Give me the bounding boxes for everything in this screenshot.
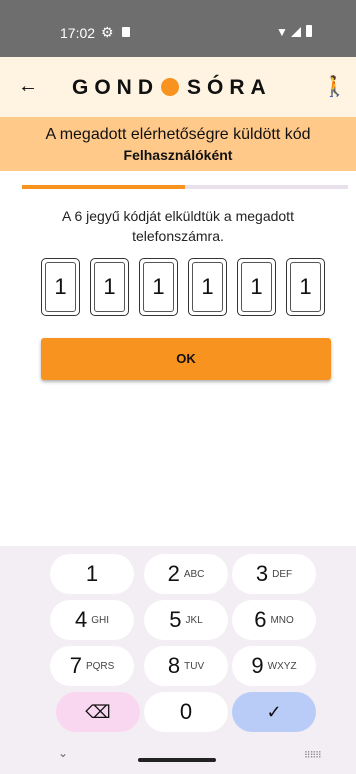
key-8[interactable]: 8 TUV [144, 646, 228, 686]
accessibility-icon[interactable]: 🚶 [322, 74, 347, 99]
code-digit: 1 [45, 262, 76, 312]
page-title: A megadott elérhetőségre küldött kód [45, 126, 311, 143]
signal-icon [291, 27, 301, 37]
code-digit-box[interactable]: 1 [90, 258, 129, 316]
verification-code-input[interactable]: 1 1 1 1 1 1 [41, 258, 325, 316]
chevron-down-icon[interactable]: ⌄ [58, 746, 68, 760]
code-digit: 1 [192, 262, 223, 312]
status-bar: 17:02 ⚙ ▼ [0, 0, 356, 57]
key-3[interactable]: 3 DEF [232, 554, 316, 594]
code-digit: 1 [290, 262, 321, 312]
code-digit-box[interactable]: 1 [286, 258, 325, 316]
key-6[interactable]: 6 MNO [232, 600, 316, 640]
key-1[interactable]: 1 [50, 554, 134, 594]
backspace-button[interactable]: ⌫ [56, 692, 140, 732]
app-bar: ← GOND SÓRA 🚶 [0, 57, 356, 117]
key-7[interactable]: 7 PQRS [50, 646, 134, 686]
step-progress-bar [22, 185, 348, 189]
ok-button[interactable]: OK [41, 338, 331, 380]
logo-text-left: GOND [72, 76, 159, 99]
key-9[interactable]: 9 WXYZ [232, 646, 316, 686]
logo-text-right: SÓRA [187, 76, 272, 99]
code-digit-box[interactable]: 1 [139, 258, 178, 316]
checkmark-icon: ✓ [266, 702, 282, 722]
sd-card-icon [122, 27, 130, 37]
step-progress-fill [22, 185, 185, 189]
key-4[interactable]: 4 GHI [50, 600, 134, 640]
wifi-icon: ▼ [276, 25, 288, 39]
code-digit-box[interactable]: 1 [188, 258, 227, 316]
key-2[interactable]: 2 ABC [144, 554, 228, 594]
code-digit-box[interactable]: 1 [41, 258, 80, 316]
backspace-icon: ⌫ [85, 702, 111, 722]
page-subtitle: Felhasználóként [123, 147, 233, 163]
navigation-handle[interactable] [138, 758, 216, 762]
gear-icon: ⚙ [101, 24, 114, 40]
code-digit: 1 [94, 262, 125, 312]
logo-dot [161, 78, 179, 96]
done-button[interactable]: ✓ [232, 692, 316, 732]
code-digit: 1 [241, 262, 272, 312]
key-5[interactable]: 5 JKL [144, 600, 228, 640]
status-time: 17:02 [60, 25, 96, 41]
page-banner: A megadott elérhetőségre küldött kód Fel… [0, 117, 356, 171]
numeric-keyboard: 1 2 ABC 3 DEF 4 GHI 5 JKL 6 MNO 7 PQRS 8 TUV 9W… [0, 546, 356, 774]
code-digit-box[interactable]: 1 [237, 258, 276, 316]
code-digit: 1 [143, 262, 174, 312]
battery-icon [306, 25, 312, 37]
instruction-text: A 6 jegyű kódját elküldtük a megadott te… [62, 208, 294, 244]
key-0[interactable]: 0 [144, 692, 228, 732]
back-arrow-icon[interactable]: ← [18, 75, 38, 98]
app-logo: GOND SÓRA [72, 76, 272, 100]
keyboard-switch-icon[interactable]: ⠿⠿⠿ [304, 750, 322, 761]
